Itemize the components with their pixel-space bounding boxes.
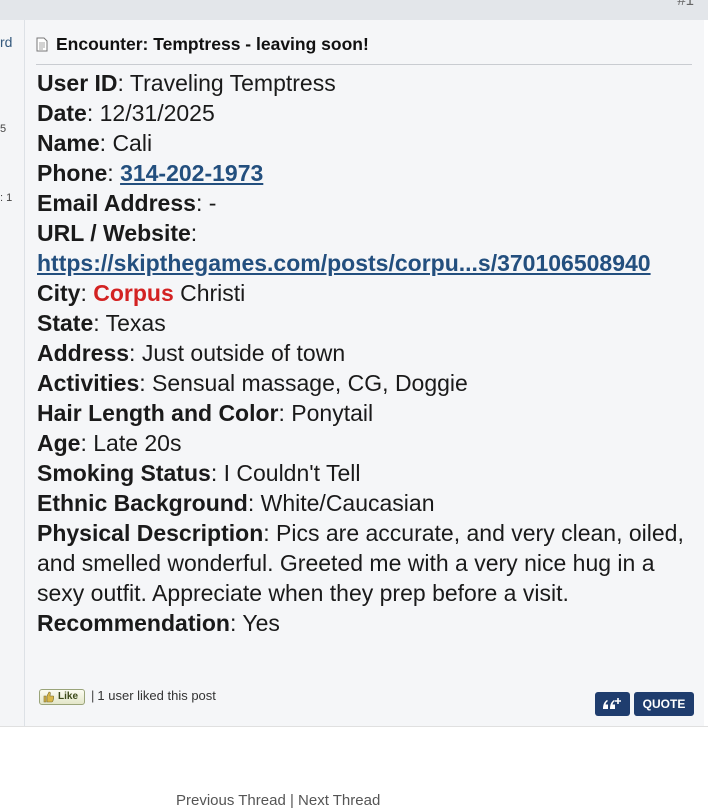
field-physical: Physical Description: Pics are accurate,… xyxy=(37,520,684,606)
like-row: Like | 1 user liked this post xyxy=(39,688,216,708)
field-hair: Hair Length and Color: Ponytail xyxy=(37,400,374,426)
phone-link[interactable]: 314-202-1973 xyxy=(120,160,263,186)
post-body: Encounter: Temptress - leaving soon! Use… xyxy=(25,20,704,726)
city-highlight: Corpus xyxy=(93,280,174,306)
field-city: City: Corpus Christi xyxy=(37,280,246,306)
quote-plus-icon xyxy=(603,698,621,709)
field-age: Age: Late 20s xyxy=(37,430,182,456)
field-name: Name: Cali xyxy=(37,130,153,156)
user-info-column: rd 5 : 1 xyxy=(0,20,25,726)
post-title: Encounter: Temptress - leaving soon! xyxy=(56,34,369,54)
divider xyxy=(0,726,708,727)
field-address: Address: Just outside of town xyxy=(37,340,346,366)
document-icon xyxy=(36,37,48,52)
post-header-bar: #1 xyxy=(0,0,708,20)
user-info-fragment[interactable]: rd xyxy=(0,34,12,50)
field-state: State: Texas xyxy=(37,310,166,336)
like-button[interactable]: Like xyxy=(39,688,85,705)
field-recommendation: Recommendation: Yes xyxy=(37,610,280,636)
like-count-text: 1 user liked this post xyxy=(97,688,216,703)
website-link[interactable]: https://skipthegames.com/posts/corpu...s… xyxy=(37,250,651,276)
reply-with-quote-button[interactable] xyxy=(595,692,630,716)
thread-navigation[interactable]: Previous Thread | Next Thread xyxy=(176,792,380,809)
field-smoking: Smoking Status: I Couldn't Tell xyxy=(37,460,361,486)
field-email: Email Address: - xyxy=(37,190,217,216)
field-user-id: User ID: Traveling Temptress xyxy=(37,70,336,96)
field-date: Date: 12/31/2025 xyxy=(37,100,215,126)
like-separator: | xyxy=(91,688,95,703)
post-title-row: Encounter: Temptress - leaving soon! xyxy=(36,34,692,65)
quote-button[interactable]: QUOTE xyxy=(634,692,694,716)
user-info-fragment: 5 xyxy=(0,123,7,135)
field-phone: Phone: 314-202-1973 xyxy=(37,160,264,186)
thumbs-up-icon xyxy=(43,691,54,702)
post-number[interactable]: #1 xyxy=(677,0,694,9)
encounter-fields: User ID: Traveling Temptress Date: 12/31… xyxy=(37,68,701,638)
user-info-fragment: : 1 xyxy=(0,192,13,204)
field-activities: Activities: Sensual massage, CG, Doggie xyxy=(37,370,468,396)
field-url: URL / Website: https://skipthegames.com/p… xyxy=(37,220,651,276)
field-ethnic: Ethnic Background: White/Caucasian xyxy=(37,490,435,516)
